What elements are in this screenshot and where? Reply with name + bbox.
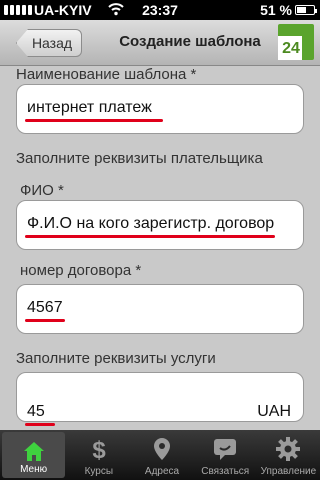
amount-currency: UAH — [257, 403, 291, 420]
service-section-heading: Заполните реквизиты услуги — [16, 350, 216, 367]
red-underline — [25, 119, 163, 122]
template-name-label: Наименование шаблона * — [16, 66, 197, 83]
svg-text:$: $ — [92, 437, 106, 462]
contract-number-value: 4567 — [27, 299, 63, 316]
tab-bar: Меню $ Курсы Адреса Связаться Управление — [0, 430, 320, 480]
fio-value: Ф.И.О на кого зарегистр. договор — [27, 215, 275, 232]
fio-field[interactable]: Ф.И.О на кого зарегистр. договор — [16, 200, 304, 250]
tab-rates[interactable]: $ Курсы — [67, 430, 130, 480]
red-underline — [25, 319, 65, 322]
fio-label: ФИО * — [20, 182, 64, 199]
dollar-icon: $ — [92, 437, 106, 462]
tab-label: Меню — [20, 464, 48, 475]
home-icon — [23, 442, 44, 461]
amount-field[interactable]: 45 UAH — [16, 372, 304, 426]
map-pin-icon — [154, 438, 170, 460]
tab-menu[interactable]: Меню — [2, 432, 66, 478]
amount-value: 45 — [27, 403, 45, 420]
payer-section-heading: Заполните реквизиты плательщика — [16, 150, 263, 167]
tab-label: Управление — [260, 466, 317, 477]
template-form: Наименование шаблона * интернет платеж З… — [0, 66, 320, 430]
tab-settings[interactable]: Управление — [257, 430, 320, 480]
battery-percent: 51 % — [260, 2, 292, 18]
red-underline — [25, 423, 55, 426]
tab-label: Курсы — [84, 466, 114, 477]
tab-label: Адреса — [144, 466, 180, 477]
page-title: Создание шаблона — [119, 33, 261, 50]
tab-contact[interactable]: Связаться — [194, 430, 257, 480]
battery-icon — [295, 5, 317, 15]
navigation-bar: Назад Создание шаблона — [0, 20, 320, 66]
tab-addresses[interactable]: Адреса — [130, 430, 193, 480]
back-button[interactable]: Назад — [16, 29, 82, 57]
privat24-logo: 24 — [278, 24, 314, 60]
chat-icon — [214, 439, 237, 460]
gear-icon — [276, 437, 301, 461]
template-name-value: интернет платеж — [27, 99, 152, 116]
contract-number-field[interactable]: 4567 — [16, 284, 304, 334]
red-underline — [25, 235, 275, 238]
status-bar: UA-KYIV 23:37 51 % — [0, 0, 320, 20]
contract-number-label: номер договора * — [20, 262, 142, 279]
template-name-field[interactable]: интернет платеж — [16, 84, 304, 134]
tab-label: Связаться — [201, 466, 250, 477]
